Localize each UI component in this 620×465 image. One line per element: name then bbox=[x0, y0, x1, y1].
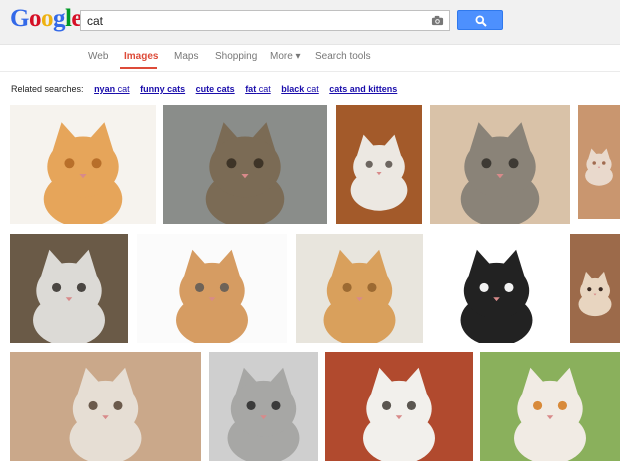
cat-photo bbox=[325, 352, 473, 461]
logo-letter: g bbox=[52, 5, 66, 32]
logo-letter: G bbox=[10, 5, 29, 32]
related-link-funny-cats[interactable]: funny cats bbox=[140, 84, 185, 94]
cat-photo bbox=[296, 234, 423, 343]
cat-photo bbox=[10, 234, 128, 343]
google-logo[interactable]: Google bbox=[10, 5, 82, 33]
related-link-bold: fat bbox=[245, 84, 257, 94]
related-link-rest: cat bbox=[304, 84, 319, 94]
image-result[interactable] bbox=[296, 234, 423, 343]
image-result[interactable] bbox=[137, 234, 287, 343]
image-result[interactable] bbox=[578, 105, 620, 219]
tab-maps[interactable]: Maps bbox=[174, 51, 198, 62]
image-result[interactable] bbox=[430, 234, 563, 343]
image-result[interactable] bbox=[209, 352, 318, 461]
related-link-cute-cats[interactable]: cute cats bbox=[196, 84, 235, 94]
tab-shopping[interactable]: Shopping bbox=[215, 51, 257, 62]
camera-icon[interactable] bbox=[431, 14, 444, 27]
related-link-bold: nyan bbox=[94, 84, 116, 94]
image-result[interactable] bbox=[10, 234, 128, 343]
cat-photo bbox=[163, 105, 327, 224]
cat-photo bbox=[578, 105, 620, 219]
tab-web[interactable]: Web bbox=[88, 51, 108, 62]
image-result[interactable] bbox=[10, 352, 201, 461]
search-input[interactable] bbox=[87, 12, 417, 29]
related-link-bold: cats and kittens bbox=[329, 84, 398, 94]
search-button[interactable] bbox=[457, 10, 503, 30]
image-result[interactable] bbox=[10, 105, 156, 224]
header-bar: Google bbox=[0, 0, 620, 45]
related-link-cats-and-kittens[interactable]: cats and kittens bbox=[329, 84, 397, 94]
image-result[interactable] bbox=[480, 352, 620, 461]
related-searches: Related searches: nyan cat funny cats cu… bbox=[11, 84, 397, 94]
cat-photo bbox=[10, 105, 156, 224]
cat-photo bbox=[430, 234, 563, 343]
cat-photo bbox=[209, 352, 318, 461]
logo-letter: o bbox=[28, 5, 42, 32]
tab-more[interactable]: More ▾ bbox=[270, 51, 301, 62]
search-box bbox=[80, 10, 450, 31]
image-result[interactable] bbox=[570, 234, 620, 343]
tab-images[interactable]: Images bbox=[124, 51, 158, 62]
related-link-rest: cat bbox=[115, 84, 130, 94]
related-link-bold: cute cats bbox=[195, 84, 235, 94]
related-link-bold: black bbox=[281, 84, 305, 94]
related-link-black-cat[interactable]: black cat bbox=[281, 84, 319, 94]
image-result[interactable] bbox=[163, 105, 327, 224]
image-result[interactable] bbox=[336, 105, 422, 224]
active-tab-indicator bbox=[120, 67, 157, 69]
cat-photo bbox=[570, 234, 620, 343]
logo-letter: o bbox=[40, 5, 54, 32]
related-link-fat-cat[interactable]: fat cat bbox=[245, 84, 271, 94]
cat-photo bbox=[336, 105, 422, 224]
magnifier-icon bbox=[475, 15, 487, 27]
related-link-bold: funny cats bbox=[140, 84, 186, 94]
tab-search-tools[interactable]: Search tools bbox=[315, 51, 371, 62]
image-result[interactable] bbox=[325, 352, 473, 461]
cat-photo bbox=[480, 352, 620, 461]
related-searches-label: Related searches: bbox=[11, 84, 84, 94]
search-tabs: Web Images Maps Shopping More ▾ Search t… bbox=[0, 45, 620, 72]
cat-photo bbox=[10, 352, 201, 461]
image-result[interactable] bbox=[430, 105, 570, 224]
cat-photo bbox=[430, 105, 570, 224]
cat-photo bbox=[137, 234, 287, 343]
related-link-nyan-cat[interactable]: nyan cat bbox=[94, 84, 130, 94]
related-link-rest: cat bbox=[256, 84, 271, 94]
